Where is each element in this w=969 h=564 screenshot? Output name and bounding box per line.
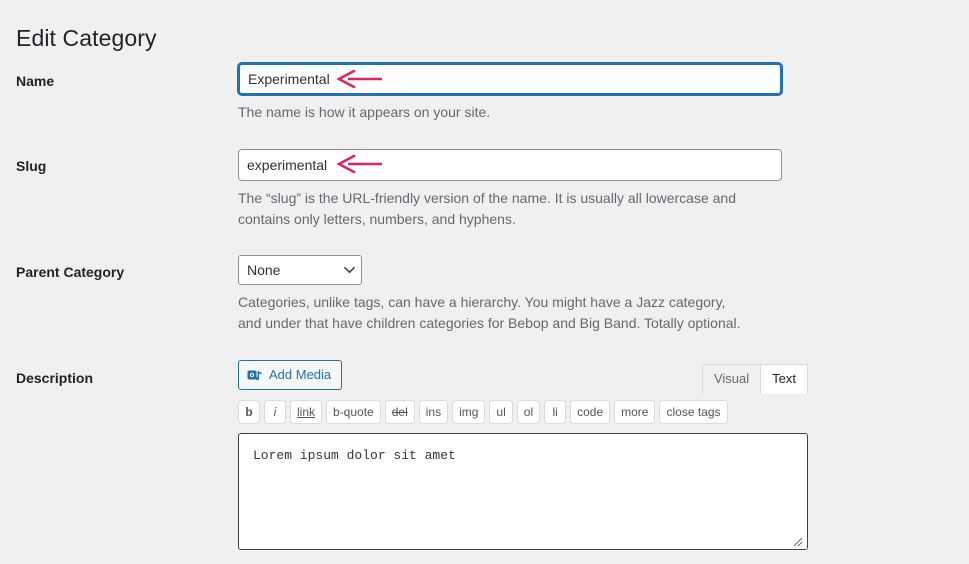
quicktag-b[interactable]: b (238, 400, 260, 424)
add-media-label: Add Media (269, 367, 332, 382)
label-slug: Slug (16, 158, 47, 174)
slug-description: The “slug” is the URL-friendly version o… (238, 190, 736, 227)
quicktag-code[interactable]: code (570, 400, 611, 424)
tab-visual[interactable]: Visual (701, 364, 762, 395)
media-icon (247, 367, 263, 383)
page-title: Edit Category (16, 25, 157, 52)
quicktag-ins[interactable]: ins (418, 400, 449, 424)
quicktag-b-quote[interactable]: b-quote (326, 400, 381, 424)
name-description: The name is how it appears on your site. (238, 104, 491, 120)
editor-mode-tabs: Visual Text (701, 364, 808, 395)
quicktag-toolbar: b i link b-quote del ins img ul ol li co… (238, 400, 728, 424)
label-parent-category: Parent Category (16, 264, 125, 280)
tab-text[interactable]: Text (761, 364, 808, 395)
quicktag-ul[interactable]: ul (489, 400, 513, 424)
quicktag-del[interactable]: del (384, 400, 415, 424)
quicktag-li[interactable]: li (544, 400, 567, 424)
description-editor: Add Media Visual Text b i link b-quote d… (238, 360, 808, 550)
quicktag-more[interactable]: more (614, 400, 656, 424)
add-media-button[interactable]: Add Media (238, 360, 343, 390)
parent-category-select[interactable]: None (238, 255, 362, 285)
editor-toolbar-top: Add Media Visual Text (238, 360, 808, 395)
quicktag-close-tags[interactable]: close tags (659, 400, 728, 424)
label-description: Description (16, 370, 94, 386)
quicktag-img[interactable]: img (452, 400, 486, 424)
description-textarea[interactable] (238, 433, 808, 550)
name-input[interactable] (238, 63, 782, 95)
parent-category-description: Categories, unlike tags, can have a hier… (238, 294, 741, 331)
slug-input[interactable] (238, 149, 782, 181)
quicktag-i[interactable]: i (264, 400, 286, 424)
label-name: Name (16, 73, 55, 89)
quicktag-ol[interactable]: ol (516, 400, 541, 424)
quicktag-link[interactable]: link (290, 400, 323, 424)
